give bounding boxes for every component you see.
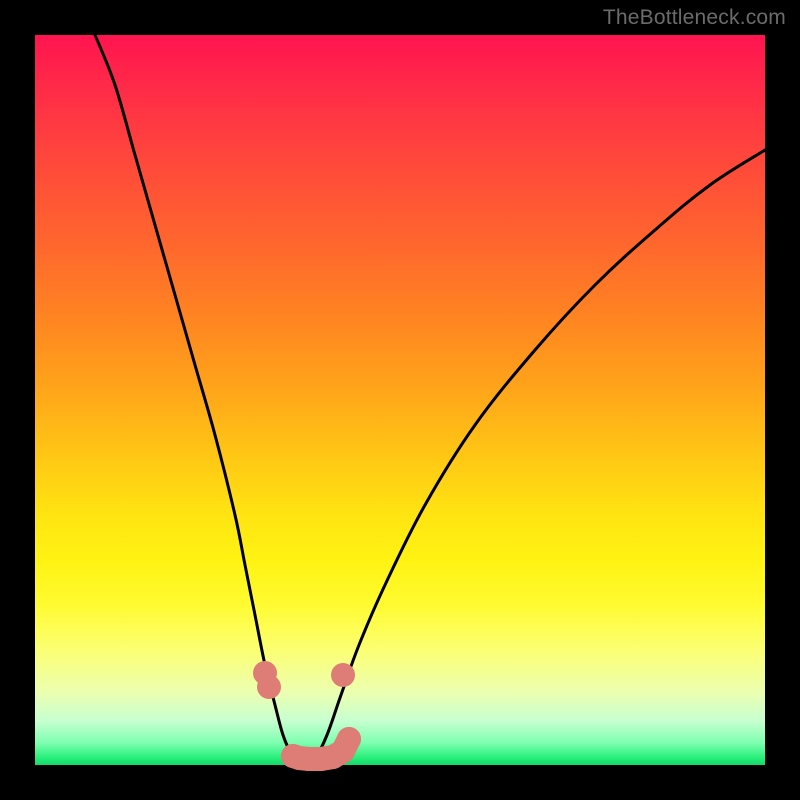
left-curve xyxy=(95,35,307,765)
chart-svg xyxy=(35,35,765,765)
data-dot xyxy=(331,663,355,687)
curve-lines xyxy=(95,35,765,765)
right-curve xyxy=(307,150,765,765)
chart-frame: TheBottleneck.com xyxy=(0,0,800,800)
data-dot xyxy=(257,675,281,699)
data-dot xyxy=(337,727,361,751)
watermark-text: TheBottleneck.com xyxy=(603,6,786,30)
plot-area xyxy=(35,35,765,765)
bottom-dots xyxy=(253,661,361,771)
